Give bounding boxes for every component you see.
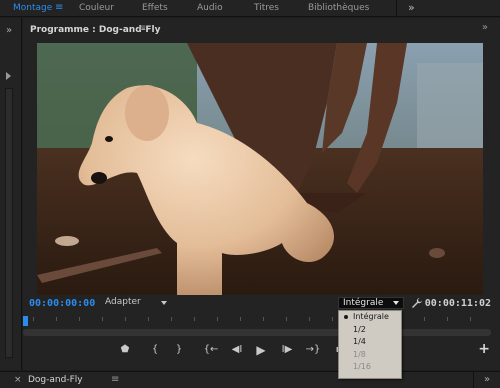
current-timecode[interactable]: 00:00:00:00 <box>29 298 95 309</box>
timeline-tab-bar: × Dog-and-Fly ≡ » <box>0 371 500 388</box>
ruler-tick <box>171 317 172 321</box>
go-to-out-icon[interactable]: →} <box>305 342 321 358</box>
resolution-dropdown-menu: Intégrale 1/2 1/4 1/8 1/16 <box>338 310 402 379</box>
chevron-double-right-icon[interactable]: » <box>6 25 12 36</box>
close-icon[interactable]: × <box>14 375 22 385</box>
ruler-tick <box>309 317 310 321</box>
mark-out-icon[interactable]: } <box>171 342 187 358</box>
resolution-option-sixteenth: 1/16 <box>339 361 401 374</box>
panel-menu-icon[interactable]: ≡ <box>111 374 119 385</box>
resolution-option-label: 1/4 <box>353 337 366 346</box>
step-forward-icon[interactable]: I▶ <box>279 342 295 358</box>
left-panel: » <box>0 18 22 370</box>
panel-scroll-strip[interactable] <box>5 88 13 358</box>
wrench-icon[interactable] <box>411 297 423 309</box>
resolution-dropdown[interactable]: Intégrale <box>338 297 404 309</box>
program-monitor-panel: Programme : Dog-and-Fly ≡ » 00:00:00:00 … <box>23 18 500 370</box>
resolution-option-half[interactable]: 1/2 <box>339 324 401 337</box>
timeline-tab-name[interactable]: Dog-and-Fly <box>28 375 83 385</box>
chevron-down-icon <box>161 301 167 305</box>
ruler-tick <box>148 317 149 321</box>
play-triangle-icon[interactable] <box>6 72 11 80</box>
time-ruler[interactable] <box>23 315 500 327</box>
workspace-bar: Montage ≡ Couleur Effets Audio Titres Bi… <box>0 0 500 17</box>
ruler-tick <box>240 317 241 321</box>
workspace-tab-montage[interactable]: Montage <box>13 3 52 13</box>
workspace-tab-effets[interactable]: Effets <box>142 3 168 13</box>
resolution-option-quarter[interactable]: 1/4 <box>339 336 401 349</box>
resolution-option-eighth: 1/8 <box>339 349 401 362</box>
video-viewer[interactable] <box>37 43 483 295</box>
ruler-tick <box>194 317 195 321</box>
ruler-tick <box>470 317 471 321</box>
hamburger-menu-icon[interactable]: ≡ <box>55 2 63 13</box>
duration-timecode: 00:00:11:02 <box>424 298 491 309</box>
workspace-tab-audio[interactable]: Audio <box>197 3 223 13</box>
ruler-tick <box>217 317 218 321</box>
playhead[interactable] <box>23 316 28 326</box>
selected-dot-icon <box>344 315 348 319</box>
chevron-down-icon <box>393 301 399 305</box>
ruler-tick <box>263 317 264 321</box>
ruler-tick <box>56 317 57 321</box>
expand-icon[interactable]: » <box>482 22 488 33</box>
ruler-tick <box>125 317 126 321</box>
ruler-tick <box>286 317 287 321</box>
resolution-option-label: 1/2 <box>353 324 366 334</box>
ruler-tick <box>33 317 34 321</box>
divider <box>473 372 474 388</box>
video-frame <box>37 43 483 295</box>
fit-dropdown-value: Adapter <box>105 297 141 307</box>
play-icon[interactable]: ▶ <box>253 342 269 358</box>
resolution-option-label: 1/16 <box>353 362 371 371</box>
divider <box>396 0 397 17</box>
add-marker-icon[interactable]: ⬟ <box>117 342 133 358</box>
step-back-icon[interactable]: ◀I <box>229 342 245 358</box>
workspace-tab-titres[interactable]: Titres <box>254 3 279 13</box>
resolution-option-label: 1/8 <box>353 349 366 359</box>
ruler-tick <box>332 317 333 321</box>
transport-controls: ⬟ { } {← ◀I ▶ I▶ →} ▪ <box>23 342 500 360</box>
chevron-double-right-icon[interactable]: » <box>484 374 490 385</box>
workspace-tab-couleur[interactable]: Couleur <box>79 3 114 13</box>
ruler-tick <box>424 317 425 321</box>
ruler-tick <box>447 317 448 321</box>
mark-in-icon[interactable]: { <box>147 342 163 358</box>
panel-menu-icon[interactable]: ≡ <box>138 23 146 34</box>
resolution-option-full[interactable]: Intégrale <box>339 311 401 324</box>
resolution-dropdown-value: Intégrale <box>343 298 384 308</box>
go-to-in-icon[interactable]: {← <box>203 342 219 358</box>
button-editor-add-button[interactable]: + <box>478 341 490 357</box>
fit-dropdown[interactable]: Adapter <box>105 297 167 309</box>
chevron-double-right-icon[interactable]: » <box>408 1 415 14</box>
resolution-option-label: Intégrale <box>353 312 389 321</box>
ruler-tick <box>102 317 103 321</box>
workspace-tab-bibliotheques[interactable]: Bibliothèques <box>308 3 369 13</box>
ruler-tick <box>79 317 80 321</box>
zoom-scrollbar[interactable] <box>23 329 491 336</box>
